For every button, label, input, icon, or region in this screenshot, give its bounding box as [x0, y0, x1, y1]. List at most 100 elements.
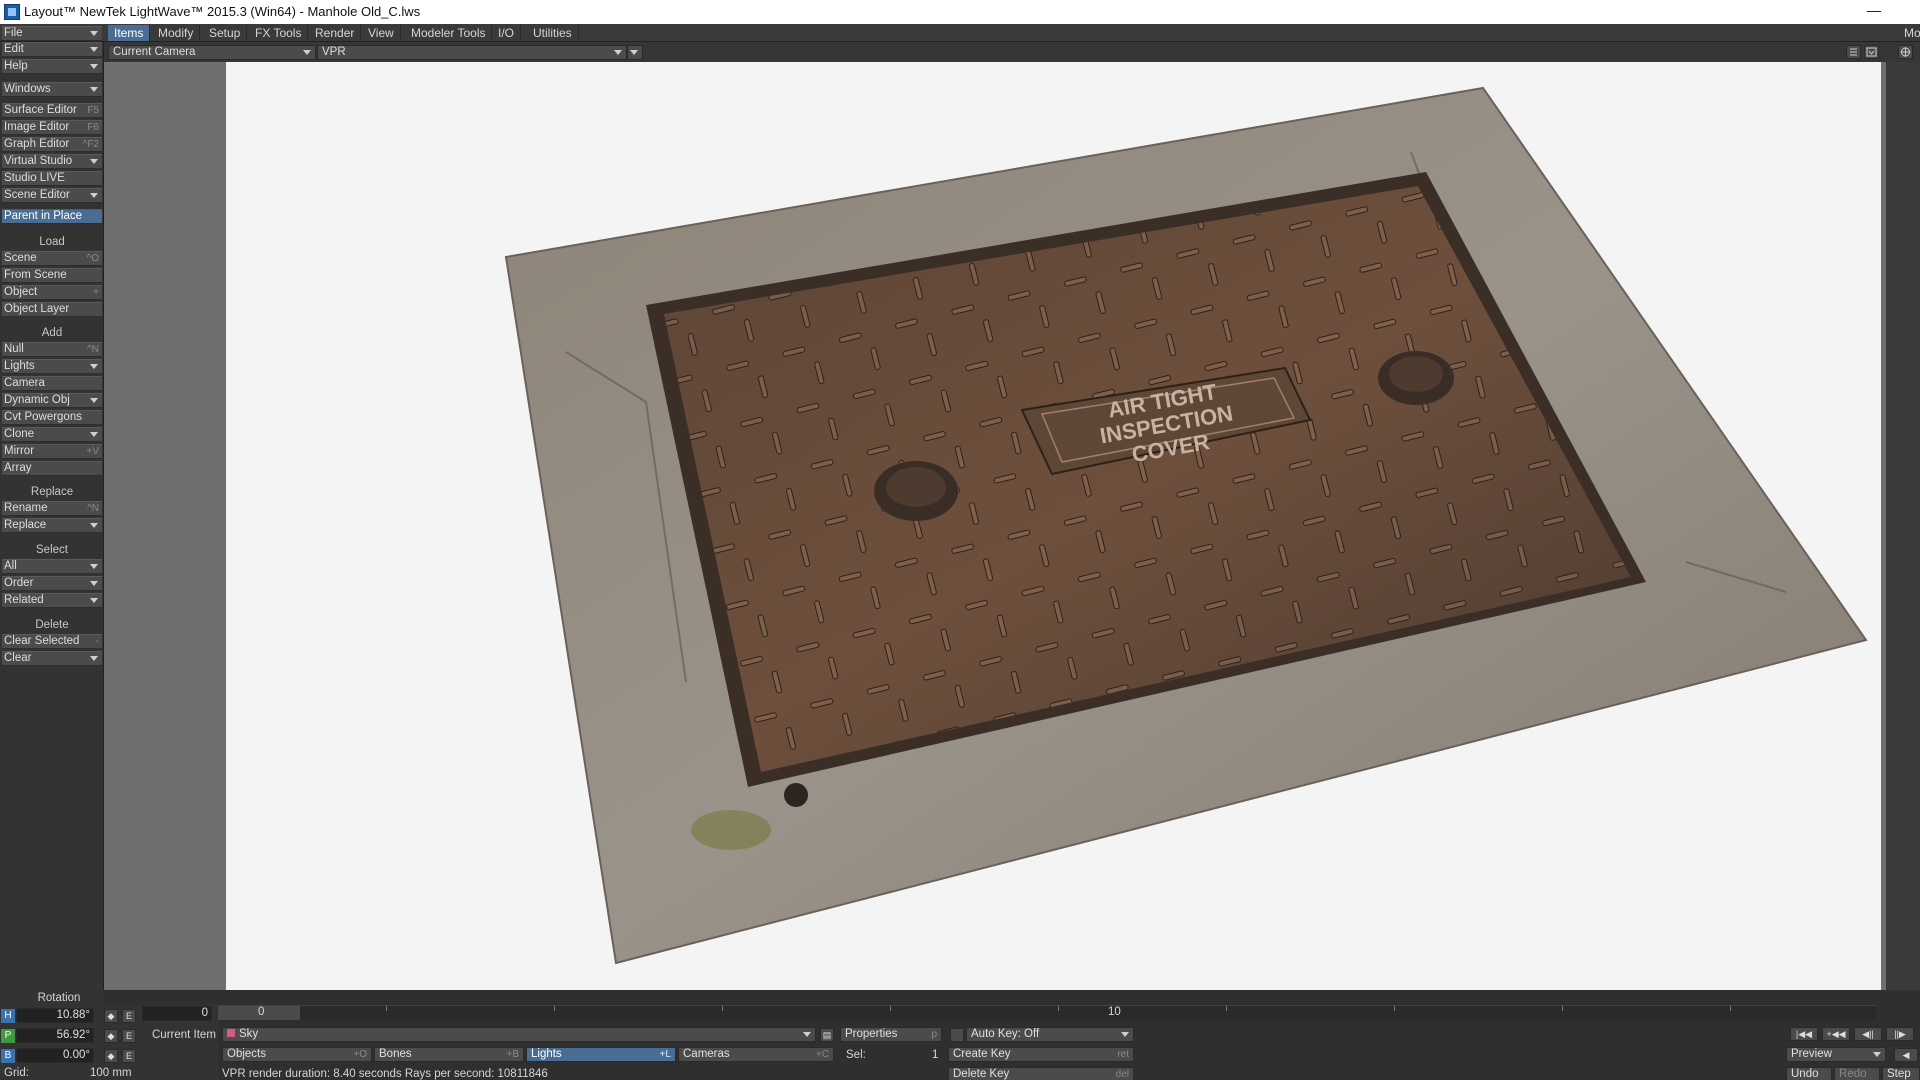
windows-menu[interactable]: Windows: [2, 82, 102, 97]
add-null-button[interactable]: Null ^N: [2, 342, 102, 357]
undo-button[interactable]: Undo ^Z: [1786, 1067, 1832, 1080]
clear-button[interactable]: Clear: [2, 651, 102, 666]
replace-section-header: Replace: [30, 486, 74, 498]
rename-button[interactable]: Rename ^N: [2, 501, 102, 516]
vpr-viewport[interactable]: AIR TIGHT INSPECTION COVER: [104, 62, 1886, 990]
objects-mode-button[interactable]: Objects +O: [222, 1047, 372, 1062]
scene-editor-label: Scene Editor: [4, 189, 70, 201]
add-lights-button[interactable]: Lights: [2, 359, 102, 374]
cameras-label: Cameras: [683, 1048, 730, 1060]
auto-key-select[interactable]: Auto Key: Off: [966, 1027, 1134, 1042]
clone-label: Clone: [4, 428, 35, 440]
cameras-mode-button[interactable]: Cameras +C: [678, 1047, 834, 1062]
mirror-button[interactable]: Mirror +V: [2, 444, 102, 459]
tab-modify[interactable]: Modify: [152, 25, 201, 41]
step-arrows-icon[interactable]: ◆: [104, 1009, 118, 1023]
shortcut-label: +C: [815, 1049, 829, 1060]
add-dynamic-obj-button[interactable]: Dynamic Obj: [2, 393, 102, 408]
clone-button[interactable]: Clone: [2, 427, 102, 442]
cvt-powergons-label: Cvt Powergons: [4, 411, 82, 423]
start-frame-field[interactable]: 0: [142, 1006, 212, 1021]
help-menu[interactable]: Help: [2, 59, 102, 74]
play-reverse-icon[interactable]: ◀||: [1854, 1027, 1882, 1041]
properties-button[interactable]: Properties p: [840, 1027, 942, 1042]
viewport-move-icon[interactable]: [1898, 45, 1913, 59]
redo-button[interactable]: Redo: [1834, 1067, 1880, 1080]
current-frame-slider[interactable]: 0: [218, 1006, 300, 1020]
tab-fx-tools[interactable]: FX Tools: [249, 25, 309, 41]
scene-editor-button[interactable]: Scene Editor: [2, 188, 102, 203]
chevron-down-icon: [90, 64, 98, 69]
clear-selected-button[interactable]: Clear Selected -: [2, 634, 102, 649]
lights-mode-button[interactable]: Lights +L: [526, 1047, 676, 1062]
step-button[interactable]: Step: [1882, 1067, 1920, 1080]
tab-io[interactable]: I/O: [492, 25, 522, 41]
load-object-layer-button[interactable]: Object Layer: [2, 302, 102, 317]
step-back-icon[interactable]: +◀◀: [1822, 1027, 1850, 1041]
viewport-menu-icon[interactable]: [1846, 45, 1861, 59]
load-scene-button[interactable]: Scene ^O: [2, 251, 102, 266]
heading-field[interactable]: 10.88°: [16, 1008, 94, 1023]
minimize-button[interactable]: —: [1860, 0, 1888, 24]
replace-label: Replace: [4, 519, 47, 531]
play-reverse-small-icon[interactable]: ◀: [1894, 1048, 1918, 1062]
current-item-select[interactable]: Sky: [222, 1027, 816, 1042]
load-from-scene-label: From Scene: [4, 269, 67, 281]
shortcut-label: F6: [87, 122, 99, 133]
surface-editor-button[interactable]: Surface Editor F5: [2, 103, 102, 118]
tab-render[interactable]: Render: [309, 25, 362, 41]
load-object-label: Object: [4, 286, 38, 298]
tab-modeler-tools[interactable]: Modeler Tools: [405, 25, 493, 41]
tab-items[interactable]: Items: [108, 25, 151, 41]
cvt-powergons-button[interactable]: Cvt Powergons: [2, 410, 102, 425]
vpr-render-area[interactable]: AIR TIGHT INSPECTION COVER: [226, 62, 1881, 990]
camera-select[interactable]: Current Camera: [108, 45, 316, 60]
pitch-axis-label: P: [1, 1029, 15, 1043]
envelope-button[interactable]: E: [122, 1029, 136, 1043]
tab-view[interactable]: View: [362, 25, 401, 41]
add-camera-label: Camera: [4, 377, 45, 389]
preview-select[interactable]: Preview: [1786, 1047, 1886, 1062]
parent-in-place-toggle[interactable]: Parent in Place: [2, 209, 102, 224]
auto-key-toggle[interactable]: [950, 1028, 964, 1042]
load-section-header: Load: [39, 236, 65, 248]
replace-button[interactable]: Replace: [2, 518, 102, 533]
maximize-viewport-icon[interactable]: [1864, 45, 1879, 59]
mirror-label: Mirror: [4, 445, 35, 457]
add-camera-button[interactable]: Camera: [2, 376, 102, 391]
graph-editor-button[interactable]: Graph Editor ^F2: [2, 137, 102, 152]
bones-mode-button[interactable]: Bones +B: [374, 1047, 524, 1062]
tab-utilities[interactable]: Utilities: [527, 25, 579, 41]
go-to-start-icon[interactable]: |◀◀: [1790, 1027, 1818, 1041]
chevron-down-icon: [614, 50, 622, 55]
select-order-button[interactable]: Order: [2, 576, 102, 591]
pitch-field[interactable]: 56.92°: [16, 1028, 94, 1043]
image-editor-button[interactable]: Image Editor F6: [2, 120, 102, 135]
timeline-scrubber[interactable]: 0 10: [218, 1005, 1876, 1020]
play-forward-icon[interactable]: ||▶: [1886, 1027, 1914, 1041]
create-key-button[interactable]: Create Key ret: [948, 1047, 1134, 1062]
select-related-button[interactable]: Related: [2, 593, 102, 608]
file-menu[interactable]: File: [2, 26, 102, 41]
preview-label: Preview: [1791, 1048, 1832, 1060]
delete-key-button[interactable]: Delete Key del: [948, 1067, 1134, 1080]
load-object-button[interactable]: Object +: [2, 285, 102, 300]
step-arrows-icon[interactable]: ◆: [104, 1029, 118, 1043]
tab-modeler-partial[interactable]: Mo: [1898, 25, 1920, 41]
studio-live-button[interactable]: Studio LIVE: [2, 171, 102, 186]
step-arrows-icon[interactable]: ◆: [104, 1049, 118, 1063]
select-all-button[interactable]: All: [2, 559, 102, 574]
tab-setup[interactable]: Setup: [203, 25, 248, 41]
viewport-options-dropdown[interactable]: [627, 45, 643, 60]
load-from-scene-button[interactable]: From Scene: [2, 268, 102, 283]
array-button[interactable]: Array: [2, 461, 102, 476]
edit-menu[interactable]: Edit: [2, 42, 102, 57]
virtual-studio-button[interactable]: Virtual Studio: [2, 154, 102, 169]
item-menu-icon[interactable]: ▤: [820, 1028, 834, 1042]
envelope-button[interactable]: E: [122, 1049, 136, 1063]
render-mode-select[interactable]: VPR: [317, 45, 627, 60]
envelope-button[interactable]: E: [122, 1009, 136, 1023]
shortcut-label: ret: [1117, 1049, 1129, 1060]
bank-field[interactable]: 0.00°: [16, 1048, 94, 1063]
add-dynamic-obj-label: Dynamic Obj: [4, 394, 70, 406]
